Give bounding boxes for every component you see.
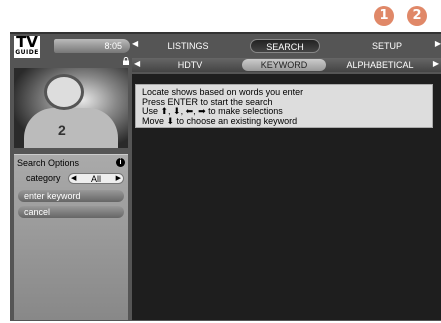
instructions-box: Locate shows based on words you enter Pr… (135, 84, 433, 128)
tab-hdtv[interactable]: HDTV (142, 59, 238, 71)
category-value: All (90, 174, 101, 184)
tab-alphabetical[interactable]: ALPHABETICAL (330, 59, 430, 71)
callout-2: 2 (407, 6, 427, 26)
enter-keyword-button[interactable]: enter keyword (18, 190, 124, 202)
video-preview: 2 (14, 68, 128, 148)
top-nav: ◀ LISTINGS SEARCH SETUP ▶ (132, 38, 441, 54)
callout-1: 1 (374, 6, 394, 26)
left-arrow-icon[interactable]: ◀ (132, 39, 138, 48)
cancel-button[interactable]: cancel (18, 206, 124, 218)
tv-guide-screen: TV GUIDE 8:05 ◀ LISTINGS SEARCH SETUP ▶ … (10, 32, 441, 321)
info-icon[interactable]: i (116, 158, 125, 167)
sub-left-arrow-icon[interactable]: ◀ (134, 59, 140, 68)
player-helmet (44, 74, 84, 110)
jersey-number: 2 (58, 122, 66, 138)
tab-setup[interactable]: SETUP (346, 39, 428, 53)
tv-guide-logo: TV GUIDE (14, 35, 40, 58)
search-options-panel: Search Options i category ◀ All ▶ enter … (14, 154, 128, 320)
category-label: category (26, 173, 61, 183)
lock-icon (123, 57, 129, 65)
tab-listings[interactable]: LISTINGS (140, 39, 236, 53)
search-options-title: Search Options (17, 158, 80, 168)
clock: 8:05 (54, 39, 130, 53)
sub-right-arrow-icon[interactable]: ▶ (433, 59, 439, 68)
category-prev-icon[interactable]: ◀ (71, 174, 76, 184)
right-arrow-icon[interactable]: ▶ (435, 39, 441, 48)
tab-search[interactable]: SEARCH (250, 39, 320, 53)
tab-keyword[interactable]: KEYWORD (242, 59, 326, 71)
results-area: Locate shows based on words you enter Pr… (132, 74, 441, 320)
logo-sub: GUIDE (15, 49, 39, 56)
category-selector[interactable]: ◀ All ▶ (68, 173, 124, 184)
instruction-line: Move ⬇ to choose an existing keyword (142, 115, 298, 126)
category-next-icon[interactable]: ▶ (116, 174, 121, 184)
sub-nav: ◀ HDTV KEYWORD ALPHABETICAL ▶ (132, 58, 441, 72)
player-body (24, 108, 118, 148)
